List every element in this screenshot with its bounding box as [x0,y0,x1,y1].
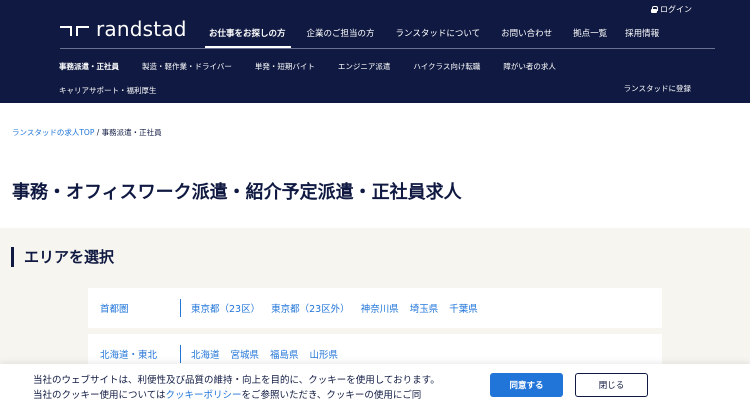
prefecture-link[interactable]: 千葉県 [449,301,478,315]
top-navigation: お仕事をお探しの方 企業のご担当の方 ランスタッドについて お問い合わせ 拠点一… [209,27,659,39]
prefecture-link[interactable]: 埼玉県 [410,301,439,315]
prefecture-list: 東京都（23区） 東京都（23区外） 神奈川県 埼玉県 千葉県 [191,301,489,315]
subnav-career-support[interactable]: キャリアサポート・福利厚生 [59,85,157,96]
region-name[interactable]: 首都圏 [88,301,180,315]
subnav-engineer[interactable]: エンジニア派遣 [338,61,391,72]
cookie-text-pre: 当社のクッキー使用については [33,390,166,401]
subnav-short-term[interactable]: 単発・短期バイト [255,61,315,72]
cookie-text-line1: 当社のウェブサイトは、利便性及び品質の維持・向上を目的に、クッキーを使用しており… [33,375,440,386]
breadcrumb: ランスタッドの求人TOP / 事務派遣・正社員 [12,127,162,138]
randstad-logo-icon [60,22,90,36]
cookie-text-line2: 当社のクッキー使用についてはクッキーポリシーをご参照いただき、クッキーの使用にご… [33,388,473,403]
region-name[interactable]: 北海道・東北 [88,347,180,361]
site-header: ログイン randstad お仕事をお探しの方 企業のご担当の方 ランスタッドに… [0,0,750,103]
cookie-banner: 当社のウェブサイトは、利便性及び品質の維持・向上を目的に、クッキーを使用しており… [0,364,750,420]
prefecture-link[interactable]: 宮城県 [231,347,260,361]
sub-navigation: 事務派遣・正社員 製造・軽作業・ドライバー 単発・短期バイト エンジニア派遣 ハ… [59,61,556,96]
cookie-policy-link[interactable]: クッキーポリシー [166,390,242,401]
subnav-disability[interactable]: 障がい者の求人 [503,61,556,72]
login-label: ログイン [660,5,692,14]
topnav-careers[interactable]: 採用情報 [625,27,659,39]
topnav-about[interactable]: ランスタッドについて [396,27,481,39]
subnav-manufacturing[interactable]: 製造・軽作業・ドライバー [142,61,232,72]
breadcrumb-separator: / [94,128,102,137]
randstad-logo[interactable]: randstad [60,17,187,41]
subnav-high-class[interactable]: ハイクラス向け転職 [413,61,480,72]
lock-icon [651,6,658,13]
topnav-locations[interactable]: 拠点一覧 [573,27,607,39]
cookie-text-post: をご参照いただき、クッキーの使用にご同 [241,390,422,401]
header-divider [60,48,715,49]
topnav-companies[interactable]: 企業のご担当の方 [307,27,375,39]
area-heading: エリアを選択 [11,247,114,267]
prefecture-link[interactable]: 東京都（23区外） [271,301,350,315]
page-title: 事務・オフィスワーク派遣・紹介予定派遣・正社員求人 [12,182,462,203]
prefecture-link[interactable]: 福島県 [270,347,299,361]
region-divider [180,345,181,363]
prefecture-list: 北海道 宮城県 福島県 山形県 [191,347,349,361]
breadcrumb-current: 事務派遣・正社員 [101,128,162,137]
logo-text: randstad [96,17,187,41]
region-divider [180,299,181,317]
region-card: 首都圏 東京都（23区） 東京都（23区外） 神奈川県 埼玉県 千葉県 [88,288,662,328]
cookie-message: 当社のウェブサイトは、利便性及び品質の維持・向上を目的に、クッキーを使用しており… [33,373,473,403]
topnav-contact[interactable]: お問い合わせ [501,27,552,39]
cookie-agree-button[interactable]: 同意する [490,373,563,397]
prefecture-link[interactable]: 山形県 [310,347,339,361]
topnav-job-seekers[interactable]: お仕事をお探しの方 [209,27,286,39]
prefecture-link[interactable]: 東京都（23区） [191,301,260,315]
subnav-office[interactable]: 事務派遣・正社員 [59,61,119,72]
prefecture-link[interactable]: 神奈川県 [361,301,399,315]
prefecture-link[interactable]: 北海道 [191,347,220,361]
cookie-close-button[interactable]: 閉じる [575,373,648,397]
active-tab-indicator [205,46,291,48]
breadcrumb-home-link[interactable]: ランスタッドの求人TOP [12,128,94,137]
login-link[interactable]: ログイン [651,4,692,15]
register-link[interactable]: ランスタッドに登録 [624,83,691,94]
